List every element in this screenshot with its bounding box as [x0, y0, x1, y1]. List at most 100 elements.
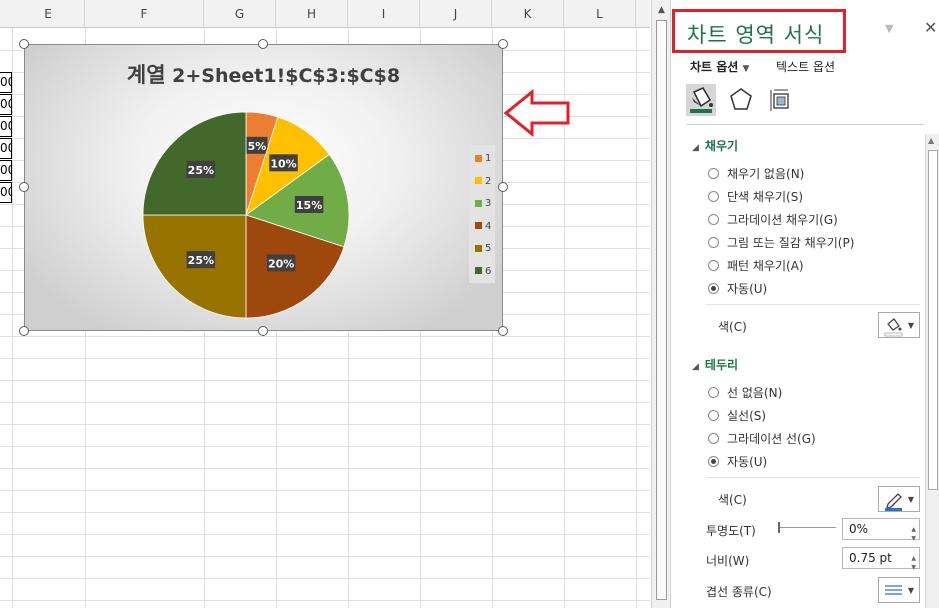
cell-fragment[interactable]: 00 — [0, 116, 12, 137]
cell-fragment[interactable]: 00 — [0, 72, 12, 93]
radio-button[interactable] — [708, 432, 719, 444]
legend-item[interactable]: 1 — [475, 153, 491, 167]
close-icon[interactable]: ✕ — [924, 18, 937, 37]
chevron-down-icon: ▼ — [907, 495, 914, 504]
fill-bucket-icon — [690, 86, 713, 113]
tab-text-options[interactable]: 텍스트 옵션 — [776, 58, 835, 75]
radio-label: 채우기 없음(N) — [727, 166, 805, 181]
data-label[interactable]: 10% — [269, 154, 298, 172]
radio-button[interactable] — [708, 455, 719, 467]
pane-divider — [686, 124, 924, 125]
radio-button[interactable] — [708, 282, 719, 294]
effects-tab[interactable] — [726, 84, 756, 116]
tab-chart-options[interactable]: 차트 옵션 ▼ — [690, 58, 749, 75]
section-fill-header[interactable]: ◢ 채우기 — [692, 137, 738, 154]
radio-option[interactable]: 선 없음(N) — [708, 382, 782, 402]
pie-chart[interactable]: 5%10% 15% 20% 25% 25% — [25, 45, 504, 332]
fill-color-button[interactable]: ▼ — [878, 312, 920, 338]
section-border-header[interactable]: ◢ 테두리 — [692, 356, 738, 373]
spin-down-icon[interactable]: ▼ — [911, 529, 916, 549]
collapse-triangle-icon: ◢ — [692, 362, 699, 372]
data-label-text: 5% — [248, 140, 267, 153]
width-input[interactable]: 0.75 pt ▲ ▼ — [842, 547, 920, 571]
resize-handle[interactable] — [258, 326, 268, 336]
column-header-k[interactable]: K — [492, 0, 564, 28]
radio-option[interactable]: 패턴 채우기(A) — [708, 255, 804, 275]
sheet-vertical-scrollbar[interactable]: ▲ — [651, 0, 671, 608]
radio-option[interactable]: 단색 채우기(S) — [708, 186, 803, 206]
chart-area[interactable]: 계열 2+Sheet1!$C$3:$C$8 5% 10% 15% 20% 25% 25% … — [24, 44, 503, 331]
radio-button[interactable] — [708, 213, 719, 225]
cell-fragment[interactable]: 00 — [0, 94, 12, 115]
legend-item[interactable]: 5 — [475, 243, 491, 257]
column-header-e[interactable]: E — [12, 0, 85, 28]
data-label-text: 25% — [188, 254, 214, 267]
pane-vertical-scrollbar[interactable]: ▲ — [925, 134, 939, 608]
radio-option[interactable]: 채우기 없음(N) — [708, 163, 804, 183]
resize-handle[interactable] — [19, 182, 29, 192]
resize-handle[interactable] — [498, 182, 508, 192]
cell-fragment[interactable]: 00 — [0, 138, 12, 159]
data-label[interactable]: 20% — [266, 254, 296, 272]
transparency-input[interactable]: 0% ▲ ▼ — [842, 518, 920, 542]
column-header-g[interactable]: G — [204, 0, 276, 28]
legend-item[interactable]: 4 — [475, 221, 491, 235]
data-label[interactable]: 15% — [294, 196, 324, 214]
chevron-down-icon: ▼ — [742, 64, 750, 74]
pane-options-dropdown-icon[interactable]: ▼ — [885, 22, 893, 35]
radio-button[interactable] — [708, 259, 719, 271]
chart-legend[interactable]: 1 2 3 4 5 6 — [469, 145, 495, 283]
radio-button[interactable] — [708, 409, 719, 421]
legend-item[interactable]: 6 — [475, 266, 491, 280]
legend-label: 3 — [485, 198, 492, 209]
data-label[interactable]: 25% — [186, 251, 216, 269]
column-header-h[interactable]: H — [276, 0, 348, 28]
column-header-j[interactable]: J — [420, 0, 492, 28]
radio-button[interactable] — [708, 190, 719, 202]
resize-handle[interactable] — [19, 326, 29, 336]
data-label[interactable]: 5% — [246, 136, 268, 154]
fill-line-tab[interactable] — [686, 84, 716, 116]
cell-fragment[interactable]: 00 — [0, 182, 12, 203]
legend-item[interactable]: 3 — [475, 198, 491, 212]
radio-button[interactable] — [708, 386, 719, 398]
radio-option[interactable]: 자동(U) — [708, 451, 767, 471]
resize-handle[interactable] — [258, 39, 268, 49]
column-header-i[interactable]: I — [348, 0, 420, 28]
legend-item[interactable]: 2 — [475, 176, 491, 190]
column-header-f[interactable]: F — [85, 0, 204, 28]
radio-option[interactable]: 그라데이션 채우기(G) — [708, 209, 838, 229]
transparency-slider-knob[interactable] — [778, 522, 780, 533]
spin-down-icon[interactable]: ▼ — [911, 558, 916, 578]
tab-chart-options-label: 차트 옵션 — [690, 60, 739, 74]
data-label-text: 10% — [270, 157, 296, 170]
resize-handle[interactable] — [498, 39, 508, 49]
legend-label: 4 — [485, 220, 492, 232]
cell-fragment[interactable]: 00 — [0, 160, 12, 181]
scrollbar-thumb[interactable] — [656, 20, 667, 600]
scroll-up-icon[interactable]: ▲ — [928, 136, 934, 145]
radio-label: 그라데이션 채우기(G) — [727, 212, 838, 227]
compound-type-button[interactable]: ▼ — [878, 577, 920, 603]
radio-option[interactable]: 자동(U) — [708, 278, 767, 298]
scrollbar-thumb[interactable] — [928, 150, 938, 490]
resize-handle[interactable] — [498, 326, 508, 336]
legend-swatch — [475, 154, 482, 162]
compound-type-label: 겹선 종류(C) — [706, 585, 772, 599]
radio-button[interactable] — [708, 236, 719, 248]
radio-button[interactable] — [708, 167, 719, 179]
transparency-slider[interactable] — [780, 527, 836, 528]
scroll-up-icon[interactable]: ▲ — [655, 4, 668, 17]
section-fill-title: 채우기 — [704, 139, 739, 153]
data-label-text: 15% — [296, 199, 322, 212]
size-properties-tab[interactable] — [766, 84, 796, 116]
spreadsheet-area[interactable]: E F G H I J K L 00 00 00 00 00 00 계열 2+S… — [0, 0, 650, 608]
radio-option[interactable]: 그라데이션 선(G) — [708, 428, 816, 448]
legend-label: 5 — [485, 243, 492, 254]
resize-handle[interactable] — [19, 39, 29, 49]
column-header-l[interactable]: L — [564, 0, 636, 28]
radio-option[interactable]: 실선(S) — [708, 405, 766, 425]
radio-option[interactable]: 그림 또는 질감 채우기(P) — [708, 232, 854, 252]
data-label[interactable]: 25% — [186, 160, 216, 178]
border-color-button[interactable]: ▼ — [878, 486, 920, 512]
